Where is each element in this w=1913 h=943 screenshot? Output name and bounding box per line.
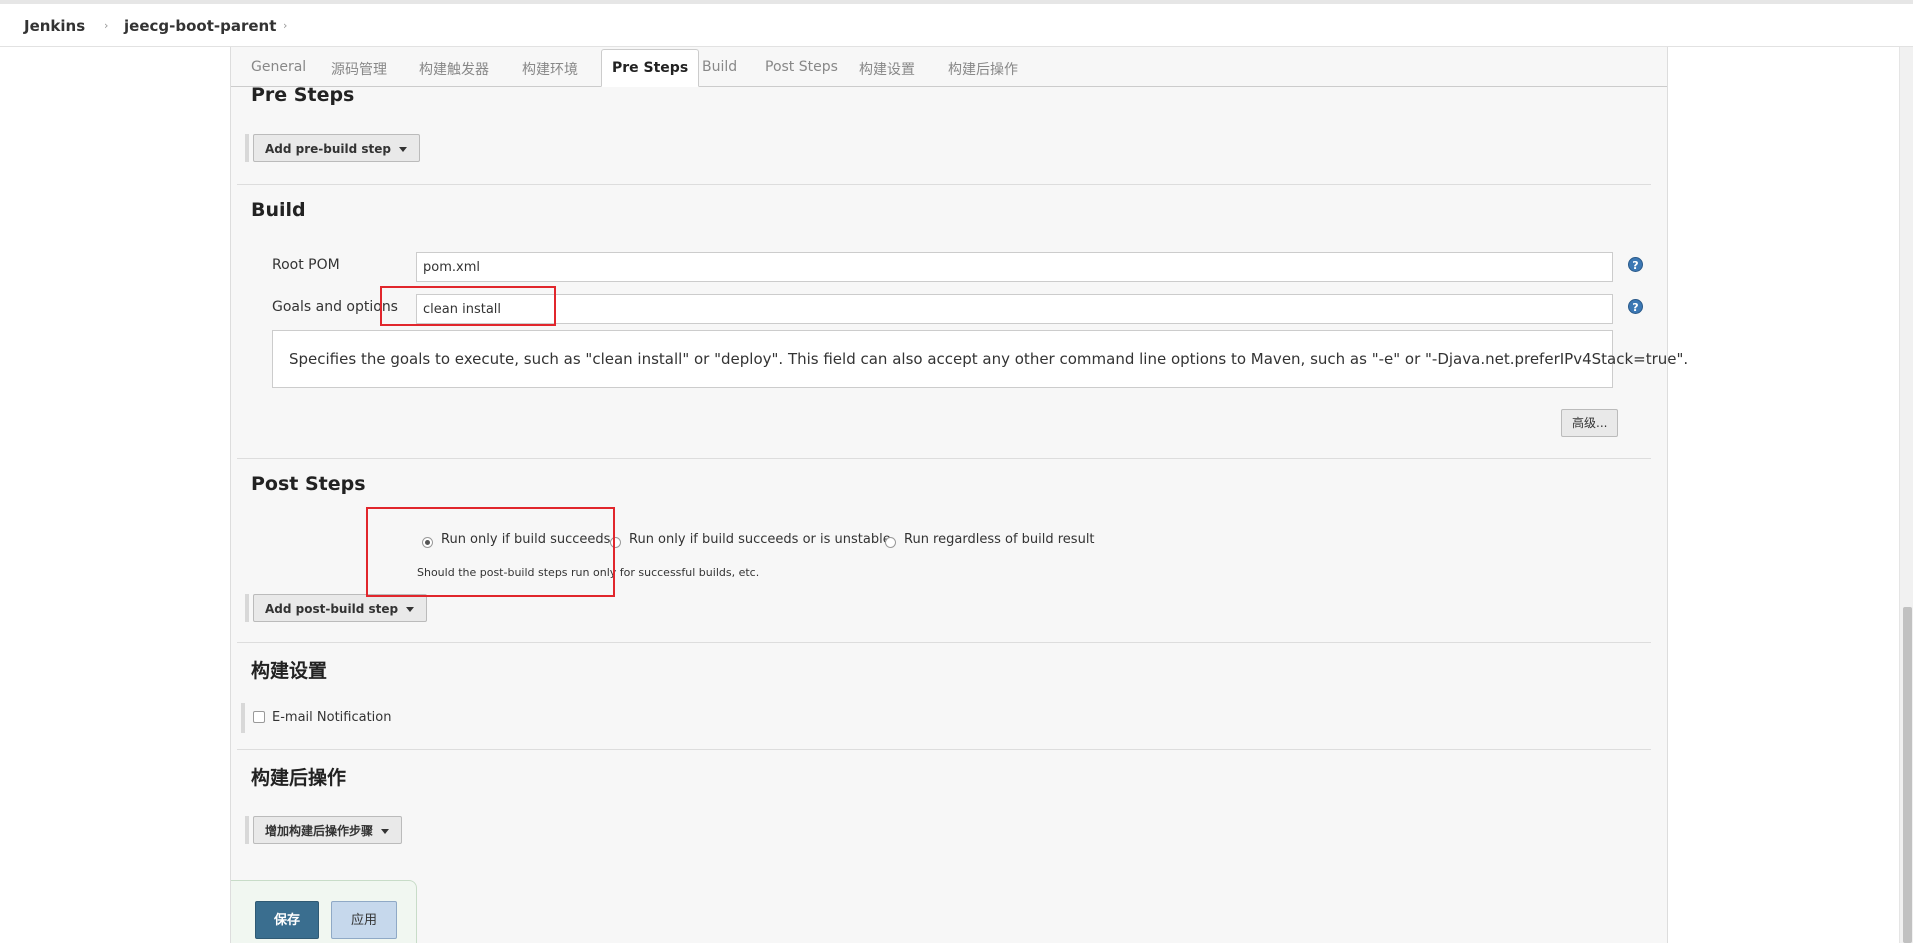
radio-label[interactable]: Run regardless of build result [904,532,1095,547]
email-notification-label[interactable]: E-mail Notification [272,710,391,725]
tab-build-env[interactable]: 构建环境 [522,59,578,79]
drag-handle[interactable] [245,594,249,622]
radio-label[interactable]: Run only if build succeeds or is unstabl… [629,532,891,547]
add-post-build-action-button[interactable]: 增加构建后操作步骤 [253,816,403,844]
radio-run-on-success-or-unstable[interactable] [610,537,621,548]
drag-handle[interactable] [245,134,249,162]
apply-button[interactable]: 应用 [331,901,397,939]
goals-input[interactable] [416,294,1613,324]
section-divider [237,749,1651,750]
section-divider [237,642,1651,643]
email-notification-checkbox[interactable] [253,711,265,723]
goals-label: Goals and options [272,299,398,315]
breadcrumb: Jenkins › jeecg-boot-parent › [0,0,1913,47]
caret-down-icon [406,607,415,612]
annotation-box [366,507,615,597]
add-pre-build-step-button[interactable]: Add pre-build step [253,134,421,162]
section-divider [237,458,1651,459]
save-button[interactable]: 保存 [255,901,319,939]
page-scrollbar[interactable] [1899,47,1913,943]
breadcrumb-project[interactable]: jeecg-boot-parent [124,17,276,35]
scrollbar-thumb[interactable] [1903,607,1912,943]
chevron-right-icon[interactable]: › [283,19,287,32]
config-panel: General 源码管理 构建触发器 构建环境 Pre Steps Build … [230,47,1688,943]
tab-build-settings[interactable]: 构建设置 [859,59,915,79]
root-pom-label: Root POM [272,257,340,273]
breadcrumb-jenkins[interactable]: Jenkins [24,17,85,35]
help-icon[interactable]: ? [1628,299,1643,314]
tab-pre-steps[interactable]: Pre Steps [601,49,700,87]
tab-build[interactable]: Build [702,59,737,75]
chevron-right-icon: › [104,19,109,32]
root-pom-input[interactable] [416,252,1613,282]
drag-handle[interactable] [241,703,245,733]
radio-label[interactable]: Run only if build succeeds [441,532,610,547]
section-divider [237,184,1651,185]
tab-scm[interactable]: 源码管理 [331,59,387,79]
caret-down-icon [399,147,408,152]
radio-run-on-success[interactable] [422,537,433,548]
goals-help-text: Specifies the goals to execute, such as … [272,330,1688,388]
drag-handle[interactable] [245,816,249,844]
post-build-title: 构建后操作 [251,767,347,789]
add-post-build-step-button[interactable]: Add post-build step [253,594,428,622]
advanced-button[interactable]: 高级... [1561,409,1619,437]
tab-general[interactable]: General [251,59,306,75]
form-actions-bar: 保存 应用 [231,880,417,943]
config-tabs: General 源码管理 构建触发器 构建环境 Pre Steps Build … [231,47,1667,87]
post-steps-note: Should the post-build steps run only for… [417,566,760,579]
tab-build-triggers[interactable]: 构建触发器 [419,59,489,79]
pre-steps-title: Pre Steps [251,84,355,106]
tab-post-steps[interactable]: Post Steps [765,59,838,75]
caret-down-icon [381,829,390,834]
radio-run-regardless[interactable] [885,537,896,548]
tab-post-build[interactable]: 构建后操作 [948,59,1018,79]
post-steps-title: Post Steps [251,473,366,495]
build-title: Build [251,199,306,221]
build-settings-title: 构建设置 [251,660,328,682]
help-icon[interactable]: ? [1628,257,1643,272]
